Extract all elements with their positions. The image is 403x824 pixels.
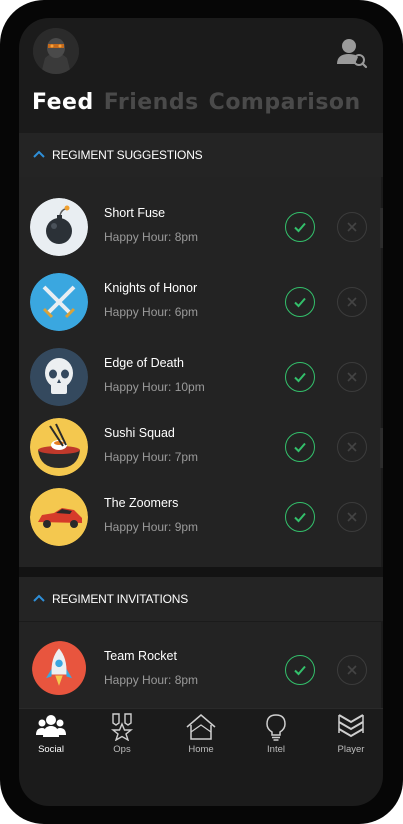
app-screen: Feed Friends Comparison REGIMENT SUGGEST… xyxy=(19,18,383,806)
player-avatar[interactable] xyxy=(33,28,79,74)
chevron-up-icon xyxy=(33,594,45,602)
home-icon xyxy=(186,714,216,740)
regiment-name: Team Rocket xyxy=(104,649,177,663)
nav-player[interactable]: Player xyxy=(321,713,381,755)
user-search-icon[interactable] xyxy=(335,36,369,70)
nav-intel[interactable]: Intel xyxy=(246,713,306,755)
happy-hour: Happy Hour: 6pm xyxy=(104,305,199,319)
regiment-name: Sushi Squad xyxy=(104,426,175,440)
crossed-swords-icon xyxy=(30,273,88,331)
check-icon xyxy=(294,665,306,676)
accept-button[interactable] xyxy=(285,362,315,392)
happy-hour: Happy Hour: 8pm xyxy=(104,673,199,687)
decline-button[interactable] xyxy=(337,212,367,242)
skull-icon xyxy=(30,348,88,406)
nav-label: Player xyxy=(337,744,365,755)
decline-button[interactable] xyxy=(337,432,367,462)
happy-hour: Happy Hour: 8pm xyxy=(104,230,199,244)
nav-label: Home xyxy=(188,744,214,755)
decline-button[interactable] xyxy=(337,362,367,392)
nav-ops[interactable]: Ops xyxy=(92,713,152,755)
invitations-section-header[interactable]: REGIMENT INVITATIONS xyxy=(19,577,383,621)
check-icon xyxy=(294,512,306,523)
feed-tabs: Feed Friends Comparison xyxy=(32,90,371,115)
regiment-name: Short Fuse xyxy=(104,206,166,220)
list-item: Team Rocket Happy Hour: 8pm xyxy=(19,633,383,707)
section-title: REGIMENT SUGGESTIONS xyxy=(52,148,203,162)
check-icon xyxy=(294,222,306,233)
section-title: REGIMENT INVITATIONS xyxy=(52,592,189,606)
decline-button[interactable] xyxy=(337,655,367,685)
list-item: Knights of Honor Happy Hour: 6pm xyxy=(19,265,383,339)
accept-button[interactable] xyxy=(285,287,315,317)
happy-hour: Happy Hour: 9pm xyxy=(104,520,199,534)
check-icon xyxy=(294,372,306,383)
people-icon xyxy=(36,715,66,737)
suggestions-section-header[interactable]: REGIMENT SUGGESTIONS xyxy=(19,133,383,177)
accept-button[interactable] xyxy=(285,655,315,685)
close-icon xyxy=(347,372,357,382)
close-icon xyxy=(347,442,357,452)
decline-button[interactable] xyxy=(337,287,367,317)
nav-home[interactable]: Home xyxy=(171,713,231,755)
close-icon xyxy=(347,222,357,232)
list-item: Short Fuse Happy Hour: 8pm xyxy=(19,190,383,264)
medal-icon xyxy=(111,713,133,741)
nav-label: Ops xyxy=(113,744,131,755)
happy-hour: Happy Hour: 7pm xyxy=(104,450,199,464)
tab-comparison[interactable]: Comparison xyxy=(209,90,361,115)
close-icon xyxy=(347,665,357,675)
phone-frame: Feed Friends Comparison REGIMENT SUGGEST… xyxy=(0,0,403,824)
close-icon xyxy=(347,512,357,522)
accept-button[interactable] xyxy=(285,502,315,532)
list-item: The Zoomers Happy Hour: 9pm xyxy=(19,480,383,554)
accept-button[interactable] xyxy=(285,212,315,242)
chevron-rank-icon xyxy=(338,714,364,738)
chevron-up-icon xyxy=(33,150,45,158)
regiment-name: The Zoomers xyxy=(104,496,179,510)
list-item: Edge of Death Happy Hour: 10pm xyxy=(19,340,383,414)
nav-label: Social xyxy=(38,744,64,755)
check-icon xyxy=(294,442,306,453)
decline-button[interactable] xyxy=(337,502,367,532)
rocket-icon xyxy=(32,641,90,699)
bomb-icon xyxy=(30,198,88,256)
list-item: Sushi Squad Happy Hour: 7pm xyxy=(19,410,383,484)
tab-feed[interactable]: Feed xyxy=(32,90,94,115)
regiment-name: Edge of Death xyxy=(104,356,184,370)
nav-social[interactable]: Social xyxy=(21,713,81,755)
section-divider xyxy=(19,567,383,577)
close-icon xyxy=(347,297,357,307)
sushi-bowl-icon xyxy=(30,418,88,476)
bottom-navigation: Social Ops Home Intel Player xyxy=(19,708,383,769)
tab-friends[interactable]: Friends xyxy=(104,90,199,115)
lightbulb-icon xyxy=(266,714,286,741)
accept-button[interactable] xyxy=(285,432,315,462)
nav-label: Intel xyxy=(267,744,285,755)
race-car-icon xyxy=(30,488,88,546)
check-icon xyxy=(294,297,306,308)
regiment-name: Knights of Honor xyxy=(104,281,198,295)
happy-hour: Happy Hour: 10pm xyxy=(104,380,205,394)
